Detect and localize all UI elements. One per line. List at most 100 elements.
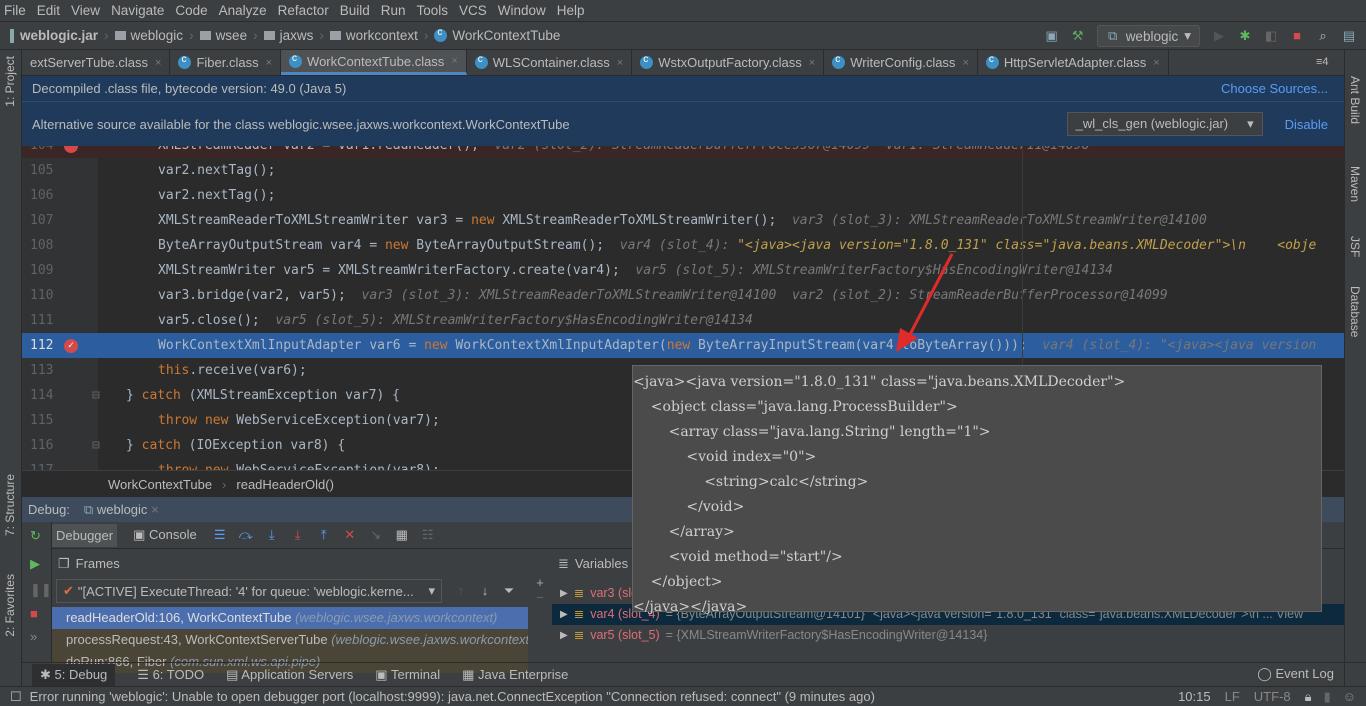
tool-jsf[interactable]: JSF	[1348, 236, 1362, 257]
close-icon[interactable]: ×	[266, 57, 272, 69]
menu-vcs[interactable]: VCS	[459, 3, 487, 18]
tab-writerconfig-class[interactable]: WriterConfig.class ×	[824, 50, 978, 75]
evaluate-icon[interactable]: ▦	[395, 528, 409, 542]
menu-tools[interactable]: Tools	[417, 3, 449, 18]
lock-icon[interactable]: 🔒︎	[1305, 689, 1312, 705]
stop-icon[interactable]: ■	[1290, 29, 1304, 43]
trace-icon[interactable]: ☷	[421, 528, 435, 542]
resume-icon[interactable]: ▶	[22, 550, 51, 578]
close-icon[interactable]: ×	[617, 57, 623, 69]
close-icon[interactable]: ×	[155, 57, 161, 69]
variable-row[interactable]: ▶ ≣ var5 (slot_5) = {XMLStreamWriterFactory…	[552, 625, 1344, 646]
breadcrumb-class[interactable]: WorkContextTube	[108, 477, 212, 492]
menu-window[interactable]: Window	[498, 3, 546, 18]
filter-icon[interactable]: ⏷	[502, 584, 516, 598]
rerun-icon[interactable]: ↻	[22, 522, 51, 550]
menu-run[interactable]: Run	[381, 3, 406, 18]
breadcrumb-item[interactable]: WorkContextTube	[434, 27, 560, 43]
tool-structure[interactable]: 7: Structure	[3, 474, 17, 536]
line-separator[interactable]: LF	[1225, 689, 1240, 704]
arrow-down-icon[interactable]: ↓	[478, 584, 492, 598]
menu-navigate[interactable]: Navigate	[111, 3, 164, 18]
remove-watch-icon[interactable]: −	[528, 590, 552, 605]
add-watch-icon[interactable]: +	[528, 575, 552, 590]
run-to-cursor-icon[interactable]: ↘	[369, 528, 383, 542]
inspection-icon[interactable]: ☺	[1343, 689, 1356, 704]
close-icon[interactable]: ×	[1153, 57, 1159, 69]
tab-wlscontainer-class[interactable]: WLSContainer.class ×	[467, 50, 633, 75]
debug-session-tab[interactable]: ⧉ weblogic ×	[84, 502, 159, 518]
terminal-icon[interactable]: ▣	[1045, 29, 1059, 43]
tool-maven[interactable]: Maven	[1348, 166, 1362, 202]
expand-arrow-icon[interactable]: ▶	[560, 604, 568, 625]
bottom-tab-6-todo[interactable]: ☰ 6: TODO	[137, 667, 204, 683]
caret-position[interactable]: 10:15	[1178, 689, 1211, 704]
menu-edit[interactable]: Edit	[37, 3, 60, 18]
source-select[interactable]: _wl_cls_gen (weblogic.jar) ▾	[1066, 112, 1263, 136]
breadcrumb-item[interactable]: weblogic ›	[114, 28, 194, 43]
tool-project[interactable]: 1: Project	[3, 56, 17, 107]
bottom-tab-java-enterprise[interactable]: ▦ Java Enterprise	[462, 667, 568, 683]
tab-httpservletadapter-class[interactable]: HttpServletAdapter.class ×	[978, 50, 1169, 75]
bottom-tab-terminal[interactable]: ▣ Terminal	[375, 667, 440, 683]
stack-frame[interactable]: processRequest:43, WorkContextServerTube…	[52, 629, 528, 651]
bottom-tab-application-servers[interactable]: ▤ Application Servers	[226, 667, 353, 683]
encoding[interactable]: UTF-8	[1254, 689, 1291, 704]
fold-icon[interactable]: ⊟	[92, 433, 100, 458]
drop-frame-icon[interactable]: ✕	[343, 528, 357, 542]
toggle-tool-windows-icon[interactable]: ☐	[10, 689, 22, 705]
stop-icon[interactable]: ■	[22, 602, 51, 625]
breadcrumb-item[interactable]: jaxws ›	[263, 28, 324, 43]
run-icon[interactable]: ▶	[1212, 29, 1226, 43]
bottom-tab-5-debug[interactable]: ✱ 5: Debug	[32, 663, 116, 686]
breakpoint-icon[interactable]	[64, 146, 78, 153]
tabs-overflow[interactable]: ≡4	[1316, 56, 1329, 68]
menu-help[interactable]: Help	[557, 3, 585, 18]
thread-select[interactable]: ✔ "[ACTIVE] ExecuteThread: '4' for queue:…	[56, 579, 442, 603]
arrow-up-icon[interactable]: ↑	[454, 584, 468, 598]
menu-file[interactable]: File	[4, 3, 26, 18]
search-icon[interactable]: ⌕	[1316, 29, 1330, 43]
more-icon[interactable]: »	[22, 625, 51, 648]
fold-icon[interactable]: ⊟	[92, 383, 100, 408]
disable-link[interactable]: Disable	[1285, 117, 1328, 132]
menu-view[interactable]: View	[71, 3, 100, 18]
breadcrumb-item[interactable]: workcontext ›	[329, 28, 428, 43]
tool-ant-build[interactable]: Ant Build	[1348, 76, 1362, 124]
tab-wstxoutputfactory-class[interactable]: WstxOutputFactory.class ×	[632, 50, 825, 75]
show-execution-point-icon[interactable]: ☰	[213, 528, 227, 542]
breadcrumb-item[interactable]: wsee ›	[199, 28, 258, 43]
menu-refactor[interactable]: Refactor	[278, 3, 329, 18]
status-message[interactable]: Error running 'weblogic': Unable to open…	[30, 689, 875, 704]
tool-database[interactable]: Database	[1348, 286, 1362, 337]
tab-extservertube-class[interactable]: extServerTube.class ×	[22, 50, 171, 75]
build-hammer-icon[interactable]: ⚒	[1071, 29, 1085, 43]
menu-analyze[interactable]: Analyze	[219, 3, 267, 18]
pause-icon[interactable]: ❚❚	[22, 578, 52, 602]
force-step-into-icon[interactable]: ⤓	[291, 528, 305, 542]
breadcrumb-item[interactable]: weblogic.jar ›	[10, 28, 109, 43]
close-icon[interactable]: ×	[151, 502, 159, 517]
step-into-icon[interactable]: ⤓	[265, 528, 279, 542]
expand-arrow-icon[interactable]: ▶	[560, 583, 568, 604]
project-structure-icon[interactable]: ▤	[1342, 29, 1356, 43]
coverage-icon[interactable]: ◧	[1264, 29, 1278, 43]
step-over-icon[interactable]: ⤼	[239, 528, 253, 542]
debug-bug-icon[interactable]: ✱	[1238, 29, 1252, 43]
stack-frame[interactable]: readHeaderOld:106, WorkContextTube (webl…	[52, 607, 528, 629]
tab-debugger[interactable]: Debugger	[52, 523, 118, 547]
step-out-icon[interactable]: ⤒	[317, 528, 331, 542]
tab-fiber-class[interactable]: Fiber.class ×	[170, 50, 282, 75]
run-config-select[interactable]: ⧉ weblogic ▾	[1096, 25, 1200, 47]
menu-build[interactable]: Build	[340, 3, 370, 18]
event-log-button[interactable]: ◯ Event Log	[1257, 666, 1334, 682]
close-icon[interactable]: ×	[451, 55, 457, 67]
menu-code[interactable]: Code	[175, 3, 207, 18]
tool-favorites[interactable]: 2: Favorites	[3, 574, 17, 637]
close-icon[interactable]: ×	[809, 57, 815, 69]
tab-console[interactable]: ▣ Console	[129, 523, 201, 547]
breadcrumb-method[interactable]: readHeaderOld()	[236, 477, 334, 492]
choose-sources-link[interactable]: Choose Sources...	[1221, 81, 1328, 96]
expand-arrow-icon[interactable]: ▶	[560, 625, 568, 646]
breakpoint-checked-icon[interactable]: ✓	[64, 339, 78, 353]
